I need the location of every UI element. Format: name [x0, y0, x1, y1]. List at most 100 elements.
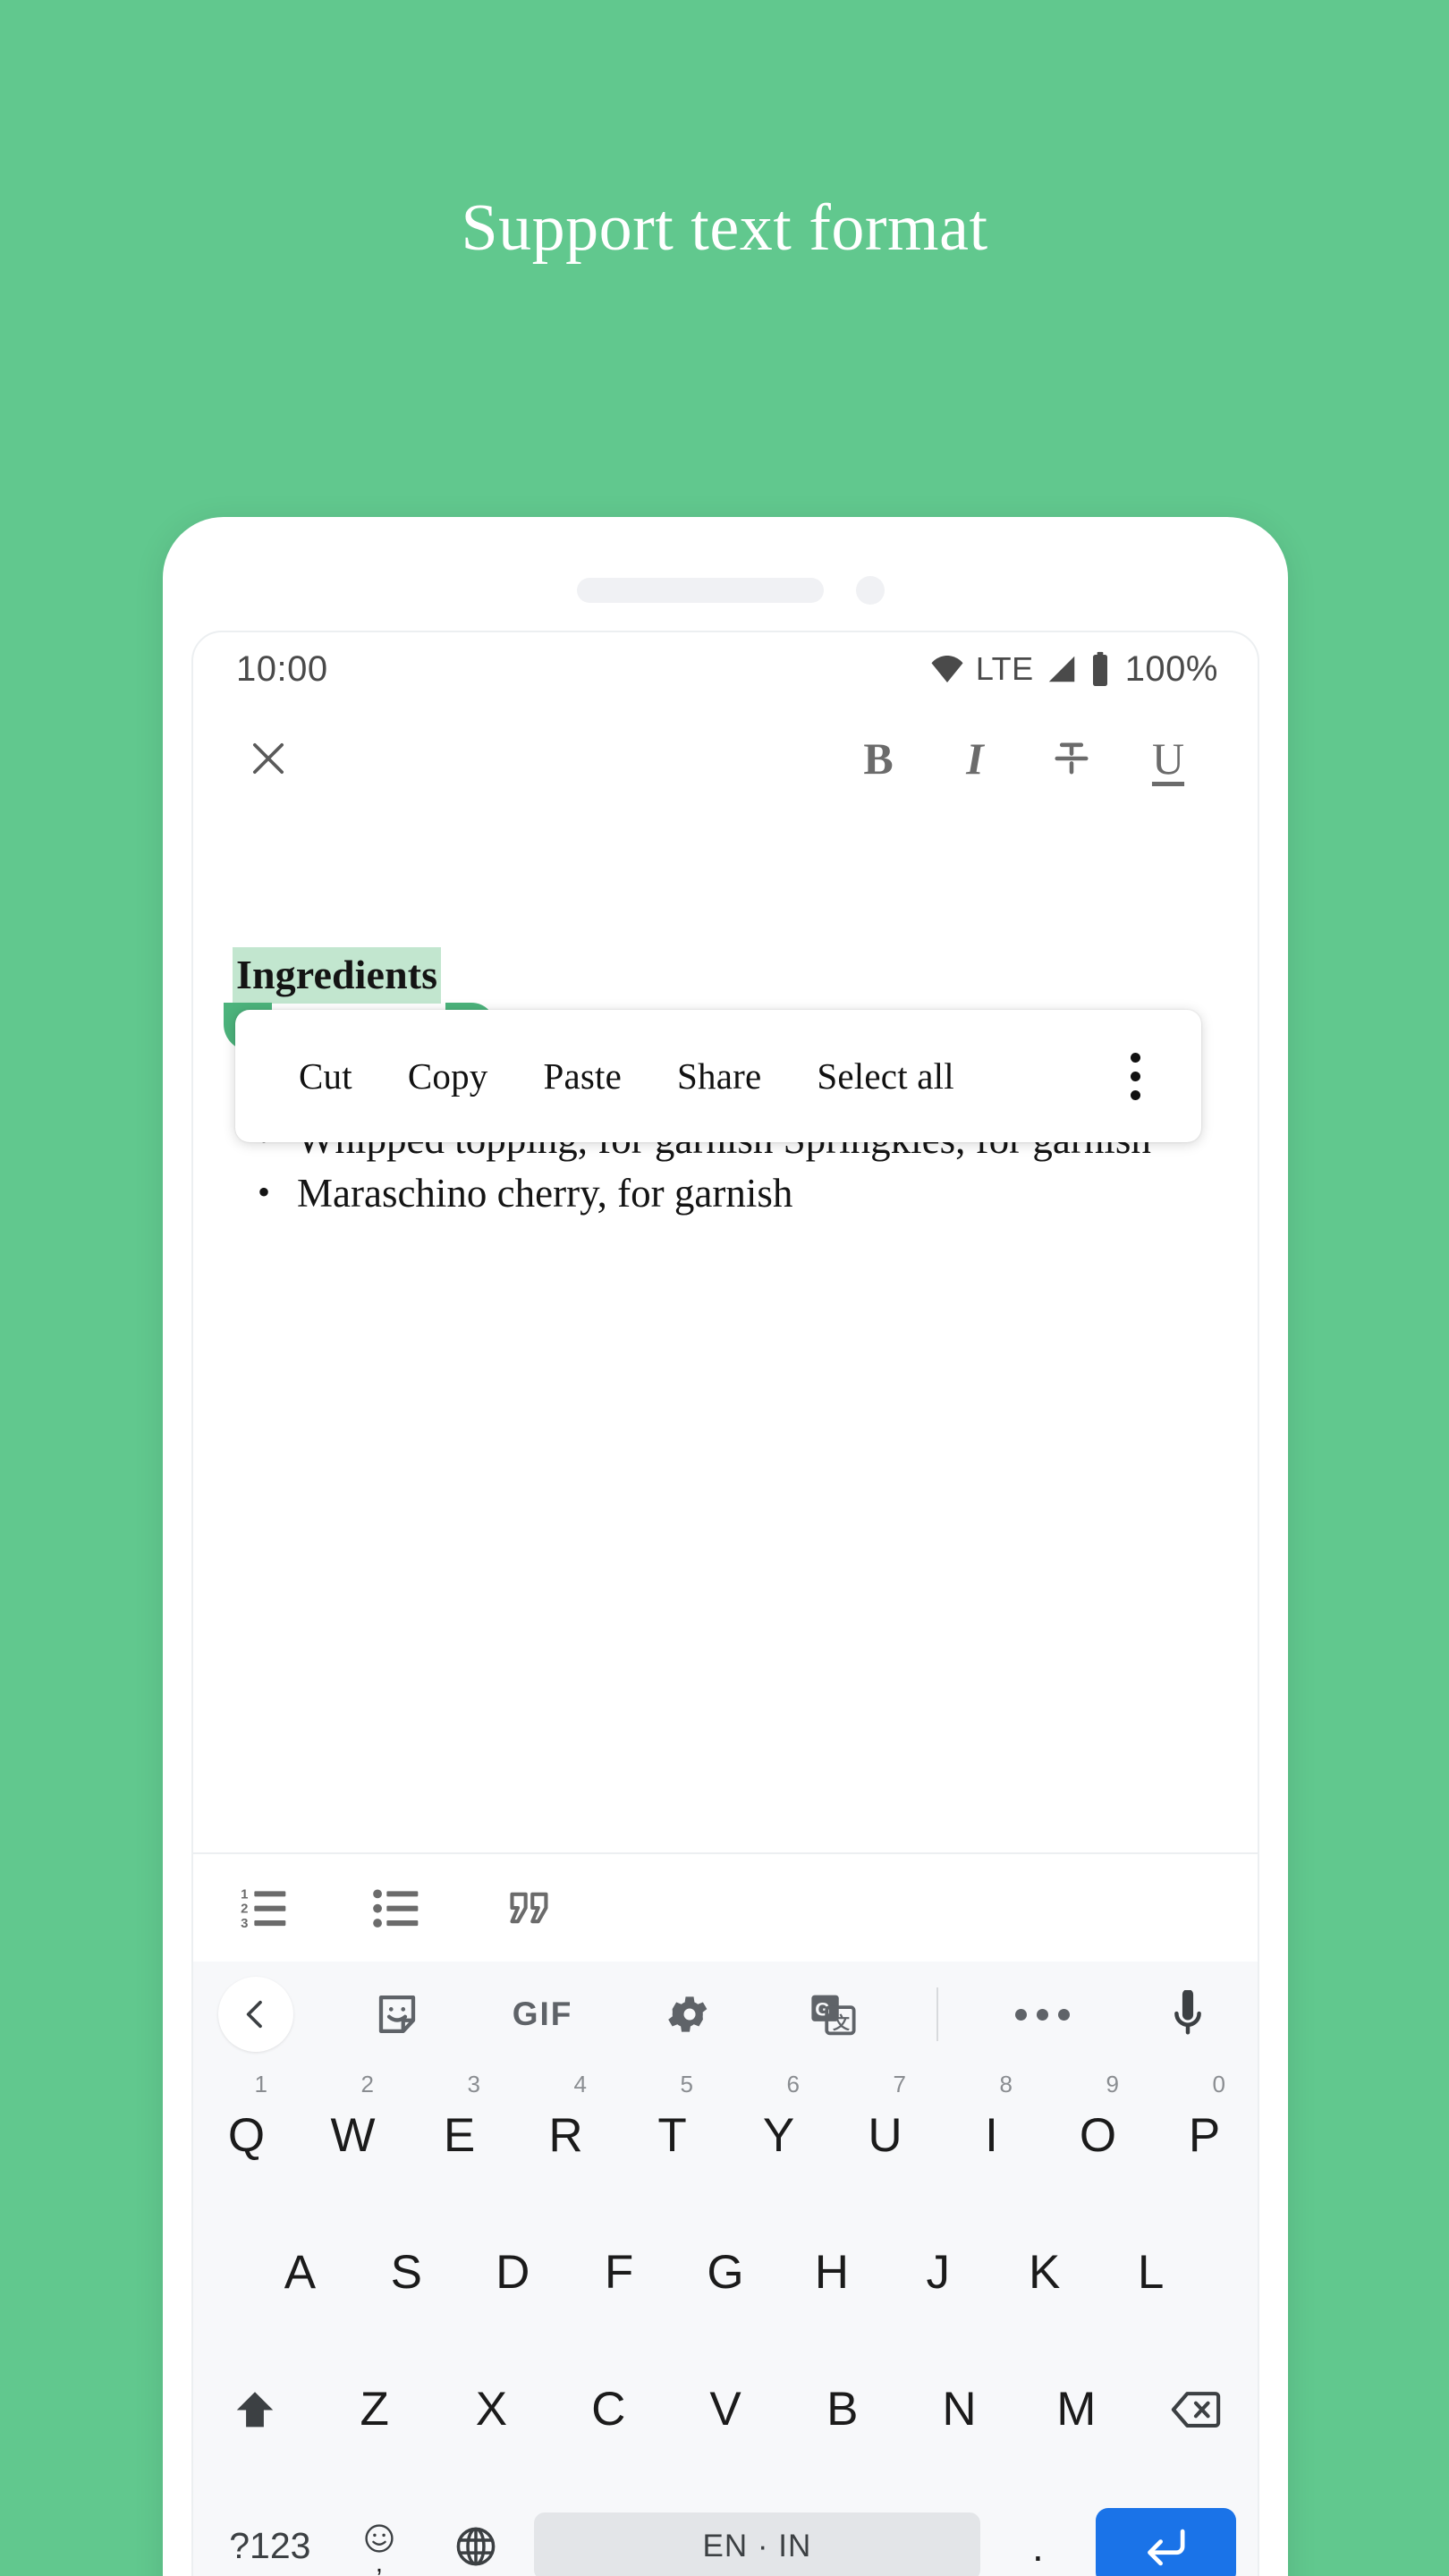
translate-icon[interactable]: G 文	[792, 1973, 874, 2055]
key-i[interactable]: 8I	[938, 2067, 1045, 2204]
symbols-key[interactable]: ?123	[209, 2478, 331, 2576]
key-number: 2	[360, 2071, 374, 2097]
key-k[interactable]: K	[991, 2204, 1097, 2341]
list-item[interactable]: Maraschino cherry, for garnish	[229, 1167, 1222, 1220]
key-o[interactable]: 9O	[1045, 2067, 1151, 2204]
key-number: 5	[680, 2071, 693, 2097]
dot	[1130, 1052, 1140, 1063]
dot	[1130, 1071, 1140, 1081]
emoji-icon[interactable]: ,	[331, 2478, 428, 2576]
key-letter: Q	[227, 2109, 266, 2162]
key-x[interactable]: X	[433, 2341, 550, 2478]
battery-icon	[1089, 651, 1111, 687]
keyboard-row-qwerty: 1Q 2W 3E 4R 5T 6Y 7U 8I 9O 0P	[193, 2067, 1258, 2204]
key-number: 8	[999, 2071, 1013, 2097]
network-type-label: LTE	[975, 650, 1034, 687]
speaker-grille	[577, 578, 824, 603]
dot	[1037, 2008, 1049, 2021]
list-format-toolbar: 1 2 3	[193, 1852, 1258, 1962]
shift-icon[interactable]	[193, 2341, 316, 2478]
key-r[interactable]: 4R	[513, 2067, 619, 2204]
keyboard-row-asdf: A S D F G H J K L	[193, 2204, 1258, 2341]
dot	[1130, 1089, 1140, 1100]
gif-button[interactable]: GIF	[502, 1973, 584, 2055]
signal-icon	[1045, 652, 1079, 686]
italic-button[interactable]: I	[927, 719, 1023, 798]
more-vertical-icon[interactable]	[1101, 1031, 1169, 1121]
key-number: 3	[467, 2071, 480, 2097]
context-menu-item-cut[interactable]: Cut	[271, 1055, 380, 1097]
key-c[interactable]: C	[550, 2341, 667, 2478]
virtual-keyboard: GIF G 文 1 Q 2 W 3 E 4 R 5 T 6 Y 7 U 8 I …	[193, 1962, 1258, 2576]
key-m[interactable]: M	[1018, 2341, 1135, 2478]
more-horizontal-icon[interactable]	[1002, 1973, 1084, 2055]
key-letter: O	[1079, 2109, 1117, 2162]
key-g[interactable]: G	[673, 2204, 779, 2341]
key-f[interactable]: F	[566, 2204, 673, 2341]
key-b[interactable]: B	[784, 2341, 901, 2478]
key-e[interactable]: 3E	[406, 2067, 513, 2204]
key-letter: E	[443, 2109, 476, 2162]
context-menu-item-select-all[interactable]: Select all	[789, 1055, 981, 1097]
close-button[interactable]	[233, 723, 304, 794]
key-number: 7	[893, 2071, 906, 2097]
key-j[interactable]: J	[885, 2204, 991, 2341]
key-number: 0	[1212, 2071, 1225, 2097]
key-number: 1	[254, 2071, 267, 2097]
status-icons: LTE 100%	[929, 649, 1218, 690]
document-heading[interactable]: Ingredients	[233, 947, 442, 1004]
key-t[interactable]: 5T	[619, 2067, 725, 2204]
text-selection-context-menu: Cut Copy Paste Share Select all	[235, 1010, 1201, 1142]
key-s[interactable]: S	[353, 2204, 460, 2341]
bold-button[interactable]: B	[830, 719, 927, 798]
key-number: 4	[573, 2071, 587, 2097]
strikethrough-button[interactable]	[1023, 719, 1120, 798]
status-bar: 10:00 LTE 100%	[193, 632, 1258, 706]
context-menu-item-share[interactable]: Share	[649, 1055, 789, 1097]
context-menu-item-paste[interactable]: Paste	[516, 1055, 650, 1097]
bulleted-list-icon[interactable]	[363, 1872, 431, 1944]
key-d[interactable]: D	[460, 2204, 566, 2341]
microphone-icon[interactable]	[1147, 1973, 1229, 2055]
format-toolbar: B I U	[193, 706, 1258, 811]
period-key[interactable]: .	[989, 2478, 1087, 2576]
svg-text:2: 2	[241, 1902, 248, 1917]
keyboard-row-zxcv: Z X C V B N M	[193, 2341, 1258, 2478]
document-editor[interactable]: Cut Copy Paste Share Select all Ingredie…	[193, 811, 1258, 1852]
key-n[interactable]: N	[901, 2341, 1018, 2478]
key-q[interactable]: 1Q	[193, 2067, 300, 2204]
front-camera-icon	[856, 576, 885, 605]
status-time: 10:00	[236, 648, 328, 689]
globe-icon[interactable]	[428, 2478, 525, 2576]
key-h[interactable]: H	[778, 2204, 885, 2341]
chevron-left-icon[interactable]	[218, 1977, 293, 2052]
dot	[1058, 2008, 1071, 2021]
key-letter: R	[548, 2109, 583, 2162]
svg-text:3: 3	[241, 1916, 248, 1931]
underline-button[interactable]: U	[1120, 719, 1216, 798]
enter-key[interactable]	[1095, 2507, 1236, 2576]
context-menu-item-copy[interactable]: Copy	[380, 1055, 516, 1097]
key-v[interactable]: V	[667, 2341, 784, 2478]
key-u[interactable]: 7U	[832, 2067, 938, 2204]
phone-mockup: 10:00 LTE 100% B I U Cut Copy Paste Shar…	[163, 517, 1288, 2576]
key-a[interactable]: A	[247, 2204, 353, 2341]
space-key[interactable]: EN · IN	[533, 2512, 981, 2576]
key-letter: P	[1188, 2109, 1221, 2162]
key-l[interactable]: L	[1097, 2204, 1204, 2341]
key-p[interactable]: 0P	[1151, 2067, 1258, 2204]
keyboard-row-bottom: ?123 , EN · IN .	[193, 2478, 1258, 2576]
key-w[interactable]: 2W	[300, 2067, 406, 2204]
backspace-icon[interactable]	[1135, 2341, 1258, 2478]
phone-screen: 10:00 LTE 100% B I U Cut Copy Paste Shar…	[191, 631, 1259, 2576]
keyboard-toolbar: GIF G 文	[193, 1962, 1258, 2067]
numbered-list-icon[interactable]: 1 2 3	[231, 1872, 299, 1944]
key-z[interactable]: Z	[316, 2341, 433, 2478]
key-letter: Y	[762, 2109, 795, 2162]
gear-icon[interactable]	[647, 1973, 729, 2055]
block-quote-icon[interactable]	[496, 1872, 564, 1944]
sticker-icon[interactable]	[356, 1973, 438, 2055]
comma-label: ,	[375, 2548, 384, 2576]
key-y[interactable]: 6Y	[725, 2067, 832, 2204]
key-letter: U	[868, 2109, 902, 2162]
